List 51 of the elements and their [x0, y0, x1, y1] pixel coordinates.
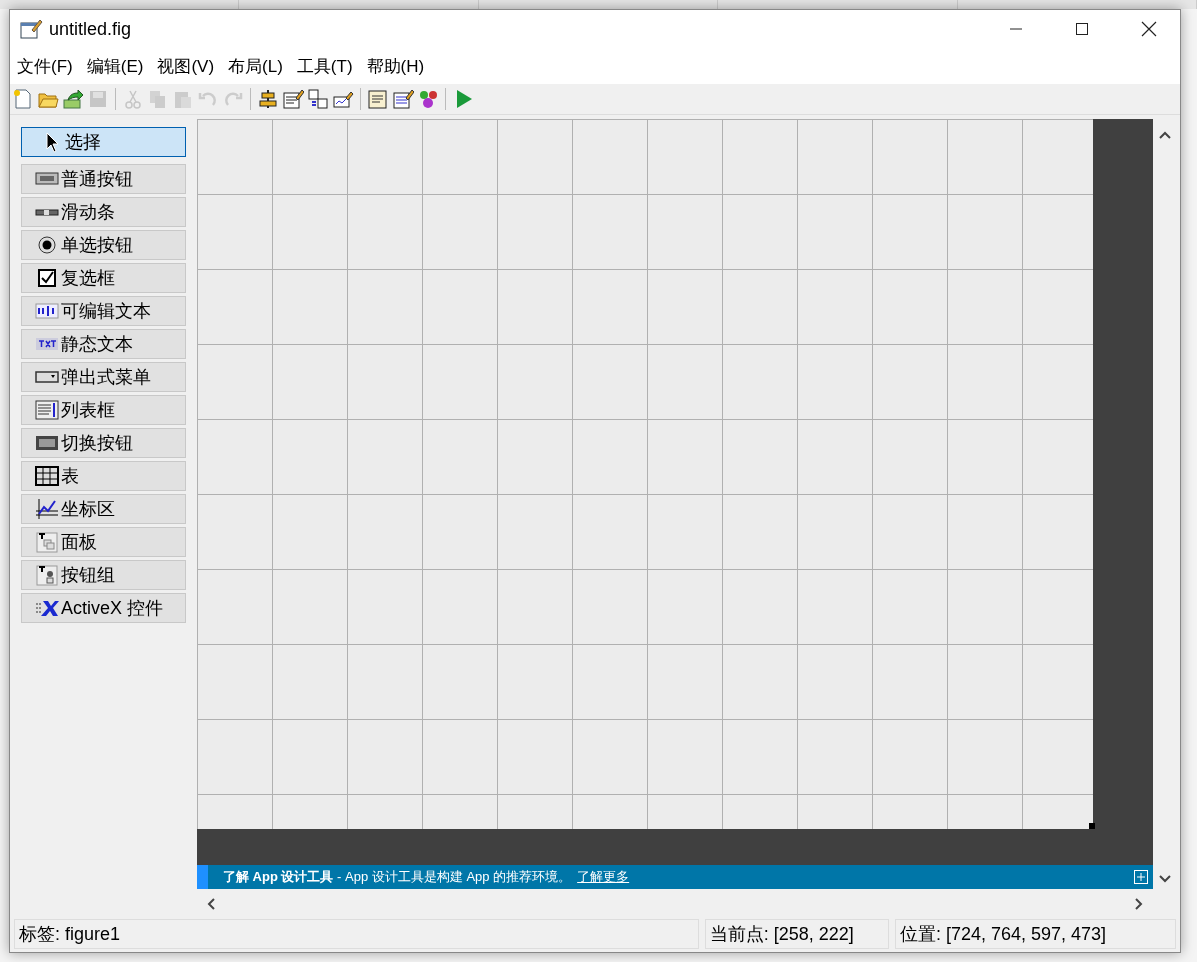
palette-item[interactable]: 复选框	[21, 263, 186, 293]
slider-icon	[35, 208, 59, 216]
scroll-down-icon[interactable]	[1159, 875, 1171, 883]
maximize-icon[interactable]	[1075, 22, 1089, 36]
radio-icon	[35, 234, 59, 256]
palette-item[interactable]: 坐标区	[21, 494, 186, 524]
menu-item[interactable]: 视图(V)	[157, 54, 215, 78]
layout-grid[interactable]	[197, 119, 1093, 829]
edit-icon	[35, 300, 59, 322]
close-icon[interactable]	[1141, 21, 1157, 37]
table-icon	[35, 465, 59, 487]
window-title: untitled.fig	[49, 18, 132, 40]
palette-item[interactable]: 普通按钮	[21, 164, 186, 194]
scroll-right-icon[interactable]	[1135, 898, 1143, 910]
expand-icon[interactable]	[1134, 870, 1148, 884]
palette-item[interactable]: 按钮组	[21, 560, 186, 590]
listbox-icon	[35, 399, 59, 421]
learn-more-link[interactable]: 了解更多	[577, 868, 630, 886]
align-icon[interactable]	[257, 88, 279, 110]
checkbox-icon	[35, 267, 59, 289]
palette-item[interactable]: 表	[21, 461, 186, 491]
palette-item[interactable]: 单选按钮	[21, 230, 186, 260]
palette-item[interactable]: 静态文本	[21, 329, 186, 359]
menu-item[interactable]: 文件(F)	[17, 54, 73, 78]
palette-item[interactable]: 列表框	[21, 395, 186, 425]
banner-message: 了解 App 设计工具 - App 设计工具是构建 App 的推荐环境。	[223, 868, 572, 886]
palette-item[interactable]: 滑动条	[21, 197, 186, 227]
resize-handle[interactable]	[1089, 823, 1095, 829]
figure-icon	[19, 18, 43, 40]
buttongroup-icon	[35, 564, 59, 586]
status-tag: 标签: figure1	[14, 919, 699, 949]
panel-icon	[35, 531, 59, 553]
palette-item[interactable]: 面板	[21, 527, 186, 557]
menu-item[interactable]: 帮助(H)	[366, 54, 425, 78]
inspector-icon[interactable]	[392, 88, 414, 110]
palette-item[interactable]: 弹出式菜单	[21, 362, 186, 392]
palette-item[interactable]: 可编辑文本	[21, 296, 186, 326]
menu-item[interactable]: 编辑(E)	[86, 54, 144, 78]
scroll-up-icon[interactable]	[1159, 131, 1171, 139]
status-current-point: 当前点: [258, 222]	[704, 919, 889, 949]
scroll-left-icon[interactable]	[207, 898, 215, 910]
axes-icon	[35, 498, 59, 520]
menu-item[interactable]: 布局(L)	[228, 54, 283, 78]
new-icon[interactable]	[12, 88, 34, 110]
export-icon[interactable]	[62, 88, 84, 110]
palette-item[interactable]: ActiveX 控件	[21, 593, 186, 623]
menu-editor-icon[interactable]	[282, 88, 304, 110]
status-position: 位置: [724, 764, 597, 473]	[894, 919, 1176, 949]
palette-item[interactable]: 切换按钮	[21, 428, 186, 458]
palette-item[interactable]: 选择	[21, 127, 186, 157]
menu-item[interactable]: 工具(T)	[296, 54, 353, 78]
